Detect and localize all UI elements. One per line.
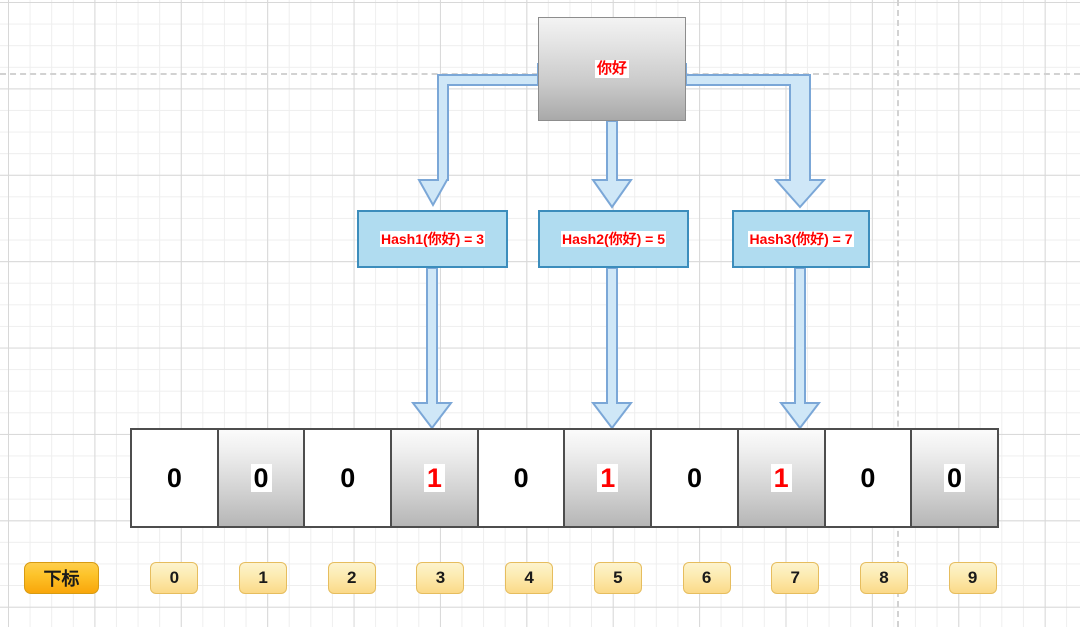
index-chip-9[interactable]: 9 [948,562,997,594]
bit-array-cell-value-3: 1 [423,463,445,492]
bit-array-cell-9[interactable]: 0 [910,428,999,528]
hash-function-label-1: Hash1(你好) = 3 [379,230,486,248]
bit-array-cell-4[interactable]: 0 [476,428,566,528]
bit-array-cell-value-9: 0 [944,463,966,492]
bit-array-cell-5[interactable]: 1 [563,428,653,528]
index-chip-1[interactable]: 1 [239,562,288,594]
hash-function-box-1[interactable]: Hash1(你好) = 3 [357,210,508,268]
bit-array-cell-0[interactable]: 0 [130,428,219,528]
index-chip-5[interactable]: 5 [593,562,642,594]
hash-function-box-3[interactable]: Hash3(你好) = 7 [732,210,870,268]
index-strip-title: 下标 [24,562,99,594]
hash-function-label-3: Hash3(你好) = 7 [748,230,854,248]
bit-array-cell-2[interactable]: 0 [303,428,393,528]
bit-array-cell-value-0: 0 [163,463,185,492]
bit-array: 0 0 0 1 0 1 0 1 0 0 [130,428,999,528]
index-chip-3[interactable]: 3 [416,562,465,594]
arrow-source-to-hash2 [591,120,633,209]
source-data-box[interactable]: 你好 [538,17,686,121]
bit-array-cell-value-8: 0 [857,463,879,492]
bit-array-cell-value-1: 0 [250,463,272,492]
bit-array-cell-value-5: 1 [597,463,619,492]
bit-array-cell-1[interactable]: 0 [216,428,306,528]
index-chip-0[interactable]: 0 [150,562,199,594]
index-chip-4[interactable]: 4 [505,562,554,594]
bit-array-cell-value-4: 0 [510,463,532,492]
source-data-label: 你好 [594,60,629,78]
bit-array-cell-3[interactable]: 1 [390,428,479,528]
arrow-hash1-to-cell3 [410,267,454,430]
vertical-guide-line [897,0,899,627]
bit-array-cell-value-2: 0 [337,463,359,492]
arrow-hash3-to-cell7 [778,267,822,430]
index-chip-7[interactable]: 7 [771,562,820,594]
bit-array-cell-6[interactable]: 0 [650,428,739,528]
bit-array-cell-7[interactable]: 1 [736,428,826,528]
bit-array-cell-value-6: 0 [683,463,705,492]
index-chip-6[interactable]: 6 [682,562,731,594]
bit-array-cell-value-7: 1 [770,463,792,492]
arrow-source-to-hash1 [417,63,539,208]
arrow-hash2-to-cell5 [590,267,634,430]
bit-array-cell-8[interactable]: 0 [823,428,913,528]
diagram-canvas: .blkarrow { fill: #cfe7f7; stroke: #7ba7… [0,0,1080,627]
index-chip-8[interactable]: 8 [859,562,908,594]
arrow-source-to-hash3 [685,63,827,209]
hash-function-box-2[interactable]: Hash2(你好) = 5 [538,210,689,268]
hash-function-label-2: Hash2(你好) = 5 [560,230,667,248]
index-chip-2[interactable]: 2 [327,562,376,594]
